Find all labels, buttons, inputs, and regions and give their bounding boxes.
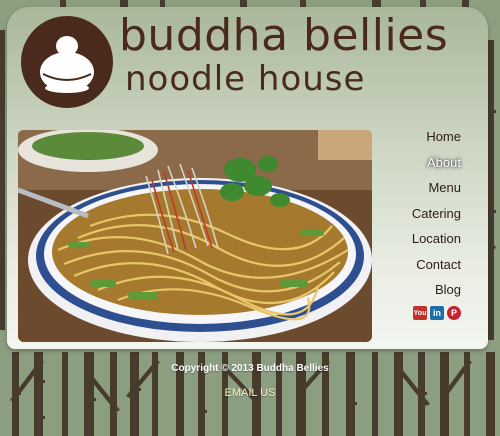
nav-about[interactable]: About (412, 155, 461, 170)
nav-home[interactable]: Home (412, 129, 461, 144)
youtube-icon[interactable]: You (413, 306, 427, 320)
copyright-text: Copyright © 2013 Buddha Bellies (171, 363, 329, 374)
nav-contact[interactable]: Contact (412, 257, 461, 272)
linkedin-icon[interactable]: in (430, 306, 444, 320)
nav-menu[interactable]: Menu (412, 180, 461, 195)
nav-location[interactable]: Location (412, 231, 461, 246)
pinterest-icon[interactable]: P (447, 306, 461, 320)
nav-catering[interactable]: Catering (412, 206, 461, 221)
brand-subtitle: noodle house (125, 59, 366, 99)
main-nav: Home About Menu Catering Location Contac… (412, 129, 461, 308)
nav-blog[interactable]: Blog (412, 282, 461, 297)
content-card: buddha bellies noodle house Home About M… (7, 7, 488, 349)
brand-title: buddha bellies (119, 10, 449, 61)
email-us-link[interactable]: EMAIL US (0, 387, 500, 399)
social-links: You in P (413, 306, 461, 320)
buddha-logo-icon[interactable] (21, 16, 113, 108)
noodle-bowl-photo (18, 130, 372, 342)
